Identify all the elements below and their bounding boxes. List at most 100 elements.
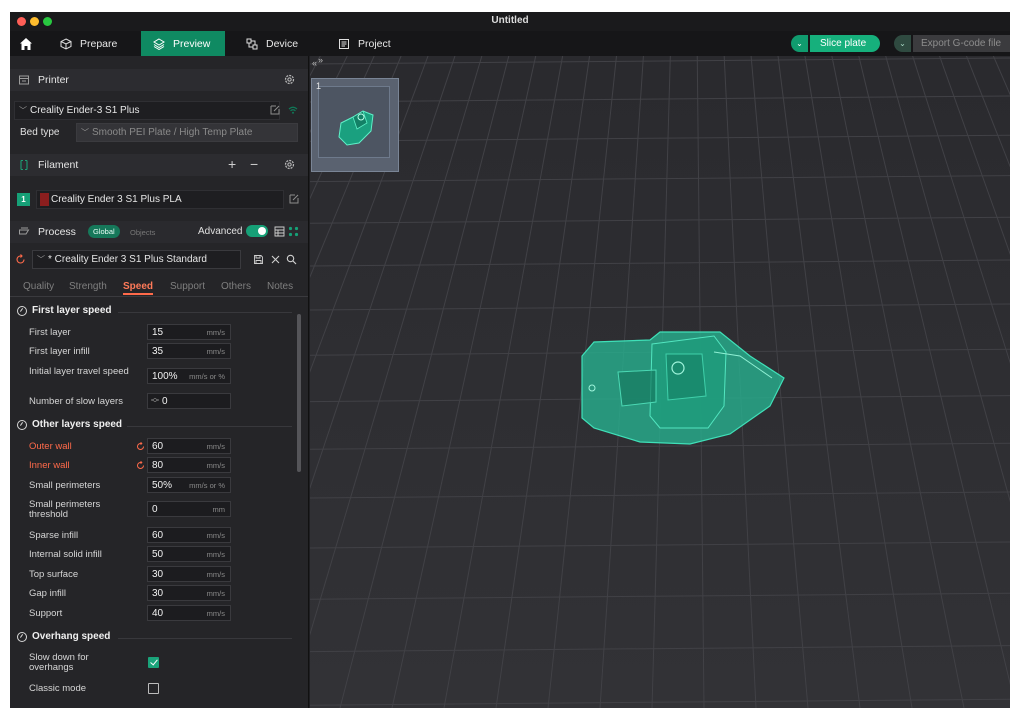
device-icon — [246, 38, 258, 49]
slow-down-overhangs-checkbox[interactable] — [148, 657, 159, 668]
initial-layer-travel-input[interactable]: 100% mm/s or % — [147, 368, 231, 384]
first-layer-input[interactable]: 15 mm/s — [147, 324, 231, 340]
unit-label: mm/s or % — [189, 371, 225, 381]
remove-filament-button[interactable]: − — [250, 157, 258, 171]
bed-type-select[interactable]: ﹀ Smooth PEI Plate / High Temp Plate — [76, 123, 298, 142]
sparse-infill-value: 60 — [152, 529, 164, 541]
internal-solid-infill-input[interactable]: 50 mm/s — [147, 546, 231, 562]
process-section-title: Process — [38, 226, 76, 238]
global-toggle[interactable]: Global — [88, 225, 120, 238]
tab-project[interactable]: Project — [328, 31, 401, 56]
search-icon[interactable] — [286, 254, 297, 265]
3d-viewport[interactable]: 1 « » — [310, 56, 1010, 708]
save-preset-icon[interactable] — [253, 254, 264, 265]
reset-value-icon[interactable] — [136, 461, 145, 470]
filament-slot-badge: 1 — [17, 193, 30, 206]
collapse-sidebar-button[interactable]: « — [312, 58, 317, 68]
unit-label: mm/s — [206, 588, 225, 598]
first-layer-value: 15 — [152, 326, 164, 338]
subtab-others[interactable]: Others — [221, 281, 251, 292]
other-layers-speed-title: Other layers speed — [32, 419, 123, 430]
speed-gauge-icon — [17, 631, 27, 642]
main-tab-bar: Prepare Preview Device Project ⌄ Slice p… — [10, 31, 1010, 56]
process-icon — [19, 227, 30, 235]
group-divider — [118, 638, 292, 639]
small-perimeters-threshold-label: Small perimeters threshold — [29, 499, 101, 520]
initial-layer-travel-label: Initial layer travel speed — [29, 366, 129, 377]
speed-gauge-icon — [17, 419, 27, 430]
objects-toggle[interactable]: Objects — [125, 226, 160, 239]
tab-device-label: Device — [266, 37, 299, 50]
tab-prepare[interactable]: Prepare — [50, 31, 127, 56]
close-icon[interactable] — [270, 254, 281, 265]
outer-wall-label: Outer wall — [29, 441, 72, 452]
sidebar-scrollbar[interactable] — [297, 314, 301, 472]
gap-infill-input[interactable]: 30 mm/s — [147, 585, 231, 601]
internal-solid-infill-label: Internal solid infill — [29, 549, 102, 560]
internal-solid-infill-value: 50 — [152, 548, 164, 560]
inner-wall-value: 80 — [152, 459, 164, 471]
filament-color-swatch[interactable] — [40, 193, 49, 206]
gap-infill-label: Gap infill — [29, 588, 66, 599]
sparse-infill-input[interactable]: 60 mm/s — [147, 527, 231, 543]
small-perimeters-input[interactable]: 50% mm/s or % — [147, 477, 231, 493]
nodes-icon[interactable] — [288, 226, 299, 237]
subtab-speed[interactable]: Speed — [123, 281, 154, 295]
unit-label: mm/s — [206, 608, 225, 618]
top-surface-input[interactable]: 30 mm/s — [147, 566, 231, 582]
filament-select[interactable]: Creality Ender 3 S1 Plus PLA — [36, 190, 284, 209]
chevron-down-icon: ﹀ — [19, 106, 27, 115]
gap-infill-value: 30 — [152, 587, 164, 599]
stepper-arrows-icon[interactable]: ︿ ﹀ — [151, 394, 159, 408]
unit-label: mm/s — [206, 327, 225, 337]
bed-type-value: Smooth PEI Plate / High Temp Plate — [92, 127, 253, 138]
support-speed-input[interactable]: 40 mm/s — [147, 605, 231, 621]
group-divider — [118, 312, 292, 313]
wifi-icon — [288, 106, 298, 114]
add-filament-button[interactable]: + — [228, 157, 236, 171]
slow-down-overhangs-label: Slow down for overhangs — [29, 652, 89, 673]
export-options-dropdown[interactable]: ⌄ — [894, 35, 911, 52]
inner-wall-input[interactable]: 80 mm/s — [147, 457, 231, 473]
subtab-strength[interactable]: Strength — [69, 281, 107, 292]
expand-thumbnails-button[interactable]: » — [318, 56, 323, 65]
reset-value-icon[interactable] — [136, 442, 145, 451]
process-subtabs: Quality Strength Speed Support Others No… — [10, 281, 308, 297]
outer-wall-input[interactable]: 60 mm/s — [147, 438, 231, 454]
edit-filament-icon[interactable] — [288, 193, 300, 205]
advanced-switch[interactable] — [246, 225, 268, 237]
cube-icon — [60, 37, 72, 50]
slice-plate-group: ⌄ Slice plate — [791, 35, 881, 52]
slice-plate-button[interactable]: Slice plate — [810, 35, 881, 52]
filament-section-header: Filament + − — [10, 154, 308, 176]
subtab-notes[interactable]: Notes — [267, 281, 293, 292]
chevron-down-icon: ﹀ — [81, 128, 89, 137]
overhang-speed-title: Overhang speed — [32, 631, 111, 642]
plate-thumbnail[interactable]: 1 — [311, 78, 399, 172]
title-bar: Untitled — [10, 12, 1010, 31]
subtab-quality[interactable]: Quality — [23, 281, 54, 292]
filament-settings-gear-icon[interactable] — [283, 158, 296, 171]
tab-prepare-label: Prepare — [80, 37, 118, 50]
subtabs-divider — [10, 296, 308, 297]
tab-device[interactable]: Device — [236, 31, 308, 56]
export-gcode-button[interactable]: Export G-code file — [913, 35, 1010, 52]
support-speed-label: Support — [29, 608, 63, 619]
classic-mode-checkbox[interactable] — [148, 683, 159, 694]
slow-layers-stepper[interactable]: ︿ ﹀ 0 — [147, 393, 231, 409]
compare-icon[interactable] — [274, 226, 285, 237]
subtab-support[interactable]: Support — [170, 281, 205, 292]
edit-printer-icon[interactable] — [269, 104, 281, 116]
unit-label: mm/s — [206, 346, 225, 356]
chevron-down-icon: ⌄ — [796, 39, 803, 48]
first-layer-infill-input[interactable]: 35 mm/s — [147, 343, 231, 359]
tab-preview[interactable]: Preview — [141, 31, 225, 56]
printer-select[interactable]: ﹀ Creality Ender-3 S1 Plus — [14, 101, 280, 120]
small-perimeters-threshold-input[interactable]: 0 mm — [147, 501, 231, 517]
home-button[interactable] — [10, 31, 42, 56]
printer-settings-gear-icon[interactable] — [283, 73, 296, 86]
unit-label: mm/s — [206, 441, 225, 451]
reset-preset-icon[interactable] — [15, 254, 26, 265]
slice-options-dropdown[interactable]: ⌄ — [791, 35, 808, 52]
process-preset-select[interactable]: ﹀ * Creality Ender 3 S1 Plus Standard — [32, 250, 241, 269]
